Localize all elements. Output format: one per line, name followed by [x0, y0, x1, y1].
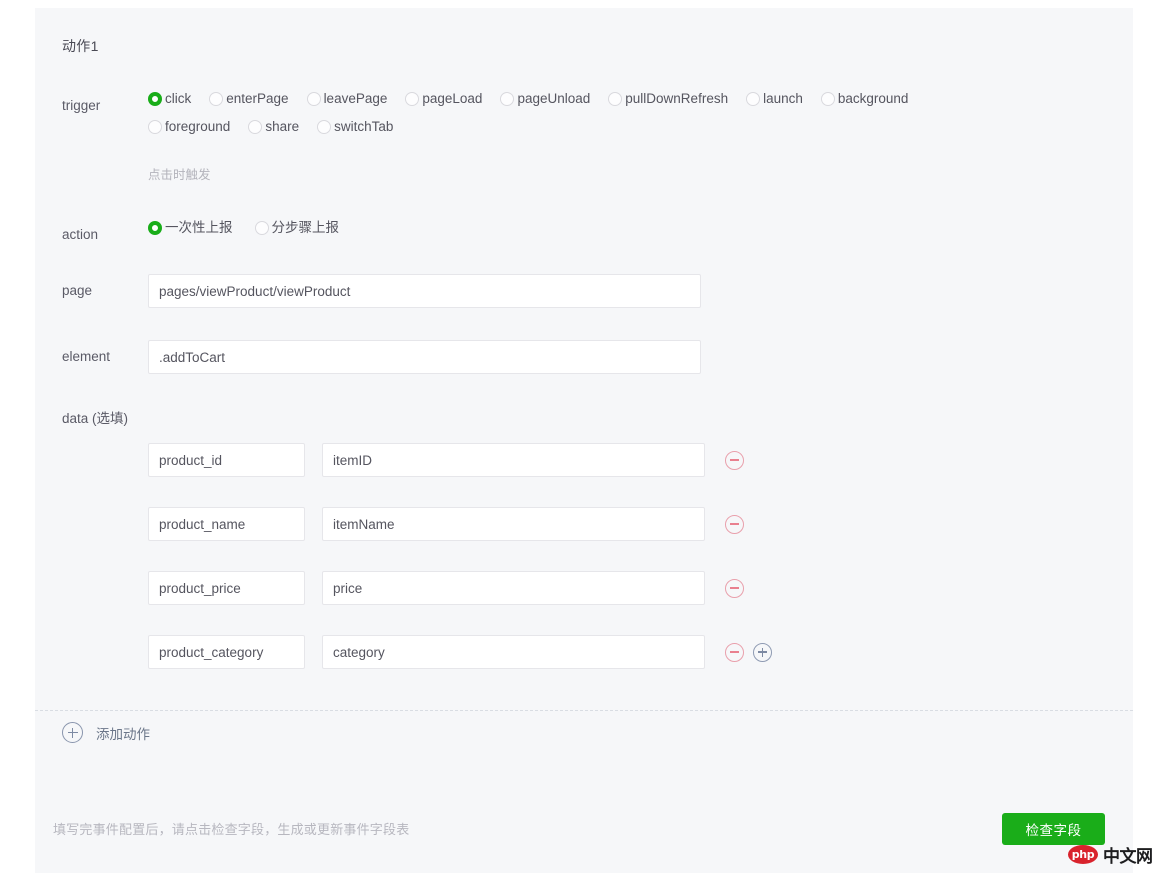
radio-dot-icon	[209, 92, 224, 106]
radio-dot-icon	[317, 120, 332, 134]
trigger-option-foreground[interactable]: foreground	[148, 120, 230, 134]
action-label: action	[62, 227, 99, 242]
action-radio-group[interactable]: 一次性上报 分步骤上报	[148, 221, 357, 235]
data-value-input[interactable]	[322, 571, 705, 605]
table-row	[148, 635, 772, 669]
radio-dot-icon	[248, 120, 263, 134]
minus-circle-icon[interactable]	[725, 642, 744, 662]
element-label: element	[62, 349, 111, 364]
page-label: page	[62, 283, 93, 298]
action-option-once[interactable]: 一次性上报	[148, 221, 233, 235]
plus-circle-icon	[62, 722, 83, 743]
data-kv-list	[148, 443, 772, 699]
trigger-option-label: switchTab	[334, 119, 394, 135]
radio-dot-icon	[254, 221, 269, 235]
trigger-label: trigger	[62, 98, 101, 113]
action-option-label: 分步骤上报	[271, 220, 340, 236]
data-value-input[interactable]	[322, 443, 705, 477]
php-badge-icon: php	[1068, 845, 1098, 864]
table-row	[148, 571, 772, 605]
minus-circle-icon[interactable]	[725, 514, 744, 534]
action-option-step[interactable]: 分步骤上报	[254, 220, 340, 236]
data-value-input[interactable]	[322, 635, 705, 669]
watermark-logo: php 中文网	[1068, 842, 1153, 867]
minus-circle-icon[interactable]	[725, 450, 744, 470]
trigger-option-switchtab[interactable]: switchTab	[317, 120, 393, 134]
trigger-option-label: pullDownRefresh	[625, 91, 729, 107]
trigger-option-pageload[interactable]: pageLoad	[405, 92, 482, 106]
element-input[interactable]	[148, 340, 701, 374]
action-group-title: 动作1	[62, 38, 99, 54]
radio-dot-icon	[608, 92, 623, 106]
trigger-option-click[interactable]: click	[148, 92, 191, 106]
radio-dot-icon	[148, 221, 162, 235]
trigger-option-launch[interactable]: launch	[746, 92, 803, 106]
radio-dot-icon	[405, 92, 420, 106]
trigger-option-label: click	[165, 91, 192, 107]
trigger-option-label: pageLoad	[422, 91, 483, 107]
trigger-option-label: enterPage	[226, 91, 289, 107]
table-row	[148, 443, 772, 477]
trigger-radio-group-second-line[interactable]: foreground share switchTab	[148, 120, 1048, 134]
minus-circle-icon[interactable]	[725, 578, 744, 598]
trigger-option-label: pageUnload	[517, 91, 591, 107]
section-divider	[35, 710, 1133, 711]
radio-dot-icon	[820, 92, 835, 106]
data-value-input[interactable]	[322, 507, 705, 541]
data-key-input[interactable]	[148, 507, 305, 541]
event-config-panel: 动作1 trigger click enterPage leavePage pa…	[35, 8, 1133, 873]
trigger-hint: 点击时触发	[148, 168, 211, 182]
data-key-input[interactable]	[148, 571, 305, 605]
watermark-text: 中文网	[1103, 847, 1153, 866]
trigger-option-pulldownrefresh[interactable]: pullDownRefresh	[608, 92, 728, 106]
trigger-option-enterpage[interactable]: enterPage	[209, 91, 289, 107]
app-root: 动作1 trigger click enterPage leavePage pa…	[0, 0, 1169, 873]
trigger-radio-group[interactable]: click enterPage leavePage pageLoad pageU…	[148, 92, 1048, 106]
plus-circle-icon[interactable]	[753, 642, 772, 662]
table-row	[148, 507, 772, 541]
add-action-label: 添加动作	[96, 726, 150, 742]
trigger-option-label: share	[265, 119, 300, 135]
radio-dot-icon	[746, 92, 761, 106]
data-section-label: data (选填)	[62, 411, 129, 426]
radio-dot-icon	[148, 120, 162, 134]
data-key-input[interactable]	[148, 443, 305, 477]
page-input[interactable]	[148, 274, 701, 308]
trigger-option-label: launch	[763, 91, 803, 107]
action-option-label: 一次性上报	[165, 220, 233, 236]
footer-note: 填写完事件配置后，请点击检查字段，生成或更新事件字段表	[53, 822, 410, 837]
trigger-option-label: foreground	[165, 119, 231, 135]
trigger-option-share[interactable]: share	[248, 120, 299, 134]
radio-dot-icon	[148, 92, 162, 106]
check-fields-button[interactable]: 检查字段	[1002, 813, 1105, 845]
trigger-option-label: leavePage	[323, 91, 388, 107]
trigger-option-background[interactable]: background	[820, 91, 909, 107]
data-key-input[interactable]	[148, 635, 305, 669]
radio-dot-icon	[500, 92, 515, 106]
radio-dot-icon	[306, 92, 321, 106]
add-action-button[interactable]: 添加动作	[62, 722, 150, 743]
trigger-option-label: background	[837, 91, 909, 107]
trigger-option-leavepage[interactable]: leavePage	[306, 91, 388, 107]
trigger-option-pageunload[interactable]: pageUnload	[500, 92, 590, 106]
